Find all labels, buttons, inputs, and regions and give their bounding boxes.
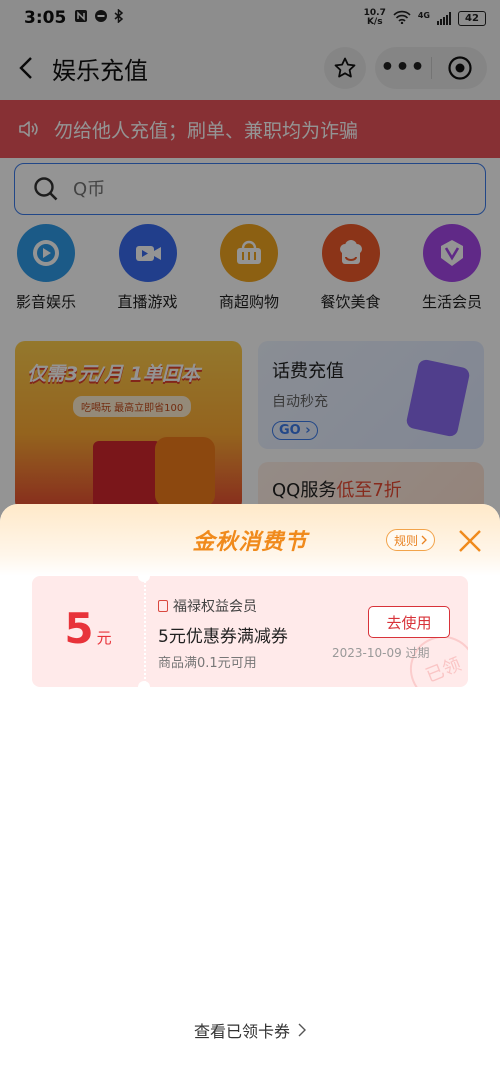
coupon-amount: 5: [64, 604, 94, 653]
close-button[interactable]: [455, 526, 485, 556]
coupon-value: 5 元: [32, 576, 144, 687]
coupon-info: 福禄权益会员 5元优惠券满减券 商品满0.1元可用: [158, 596, 358, 671]
view-claimed-coupons-link[interactable]: 查看已领卡券: [0, 1018, 500, 1042]
coupon-notch-bottom: [138, 681, 150, 687]
coupon-condition: 商品满0.1元可用: [158, 656, 257, 671]
sheet-header: 金秋消费节 规则: [0, 504, 500, 576]
coupon-expiry: 2023-10-09 过期: [332, 646, 430, 660]
coupon-divider: [144, 576, 146, 687]
coupon-brand: 福禄权益会员: [158, 596, 358, 616]
close-icon: [459, 530, 481, 552]
coupon-name: 5元优惠券满减券: [158, 627, 288, 647]
use-coupon-button[interactable]: 去使用: [368, 606, 450, 638]
chevron-right-icon: [421, 535, 427, 545]
coupon-card: 5 元 福禄权益会员 5元优惠券满减券 商品满0.1元可用 已领 去使用 202…: [32, 576, 468, 687]
rules-button[interactable]: 规则: [386, 529, 436, 551]
chevron-right-icon: [298, 1023, 306, 1037]
brand-logo-icon: [158, 600, 168, 612]
coupon-unit: 元: [96, 629, 112, 647]
coupon-sheet: 金秋消费节 规则 5 元 福禄权益会员 5元优惠券满减券 商品满0.1元可用 已…: [0, 504, 500, 1083]
